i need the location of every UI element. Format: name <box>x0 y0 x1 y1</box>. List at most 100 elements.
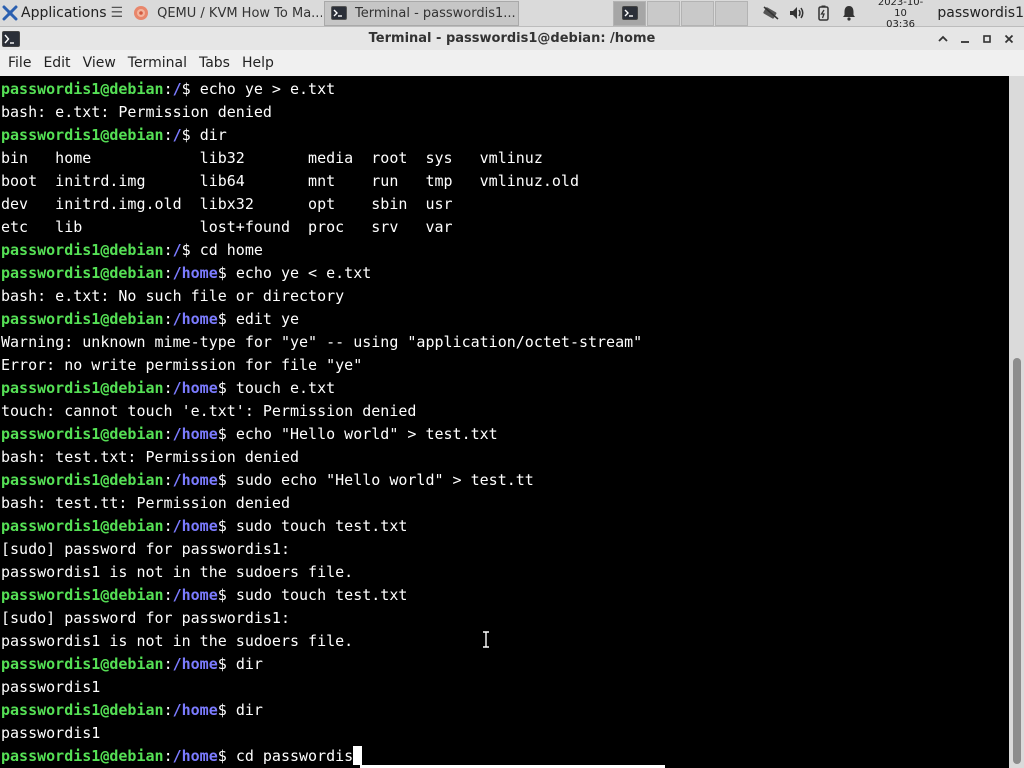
terminal-output-line: touch: cannot touch 'e.txt': Permission … <box>1 402 417 420</box>
terminal-output-line: [sudo] password for passwordis1: <box>1 540 290 558</box>
taskbar-item-label: QEMU / KVM How To Ma... <box>157 5 323 21</box>
prompt-path: /home <box>172 517 218 535</box>
prompt-dollar: $ <box>217 747 236 765</box>
prompt-user: passwordis1@debian <box>1 655 164 673</box>
prompt-command: touch e.txt <box>235 379 336 397</box>
maximize-icon <box>983 35 991 43</box>
terminal-prompt-line: passwordis1@debian:/home$ dir <box>0 699 1009 722</box>
taskbar-item-browser[interactable]: QEMU / KVM How To Ma... <box>127 1 322 26</box>
prompt-path: / <box>172 126 182 144</box>
prompt-command: dir <box>235 701 263 719</box>
prompt-separator: : <box>163 517 173 535</box>
network-icon[interactable] <box>762 4 780 22</box>
prompt-separator: : <box>163 747 173 765</box>
menu-view[interactable]: View <box>77 55 122 71</box>
terminal-prompt-line: passwordis1@debian:/$ dir <box>0 124 1009 147</box>
applications-label: Applications <box>21 5 107 21</box>
prompt-user: passwordis1@debian <box>1 747 164 765</box>
workspace-3[interactable] <box>681 0 714 26</box>
prompt-path: /home <box>172 747 218 765</box>
window-titlebar[interactable]: Terminal - passwordis1@debian: /home <box>0 27 1024 50</box>
prompt-user: passwordis1@debian <box>1 471 164 489</box>
prompt-command: sudo touch test.txt <box>235 586 408 604</box>
terminal-prompt-line: passwordis1@debian:/home$ echo ye < e.tx… <box>0 262 1009 285</box>
prompt-user: passwordis1@debian <box>1 701 164 719</box>
prompt-separator: : <box>163 471 173 489</box>
user-menu[interactable]: passwordis1 <box>937 5 1024 21</box>
terminal-prompt-line: passwordis1@debian:/$ echo ye > e.txt <box>0 78 1009 101</box>
prompt-dollar: $ <box>217 586 236 604</box>
prompt-command: cd home <box>199 241 263 259</box>
prompt-user: passwordis1@debian <box>1 80 164 98</box>
prompt-separator: : <box>163 586 173 604</box>
prompt-command: dir <box>235 655 263 673</box>
prompt-command: cd passwordis <box>235 747 354 765</box>
battery-icon[interactable] <box>814 4 832 22</box>
prompt-path: /home <box>172 264 218 282</box>
prompt-dollar: $ <box>181 80 200 98</box>
notification-bell-icon[interactable] <box>840 4 858 22</box>
terminal-prompt-line: passwordis1@debian:/home$ echo "Hello wo… <box>0 423 1009 446</box>
prompt-command: sudo touch test.txt <box>235 517 408 535</box>
prompt-command: echo ye > e.txt <box>199 80 336 98</box>
prompt-user: passwordis1@debian <box>1 586 164 604</box>
taskbar-item-label: Terminal - passwordis1... <box>355 5 516 21</box>
menu-file[interactable]: File <box>2 55 37 71</box>
prompt-command: edit ye <box>235 310 300 328</box>
clock-date: 2023-10-10 <box>877 0 924 19</box>
prompt-path: / <box>172 241 182 259</box>
prompt-user: passwordis1@debian <box>1 517 164 535</box>
minimize-button[interactable] <box>954 30 976 48</box>
prompt-user: passwordis1@debian <box>1 241 164 259</box>
menu-edit[interactable]: Edit <box>37 55 76 71</box>
terminal-output: passwordis1@debian:/$ echo ye > e.txt bas… <box>0 76 1009 768</box>
prompt-dollar: $ <box>217 517 236 535</box>
terminal-output-line: etc lib lost+found proc srv var <box>1 218 453 236</box>
terminal-prompt-line: passwordis1@debian:/home$ edit ye <box>0 308 1009 331</box>
volume-icon[interactable] <box>788 4 806 22</box>
prompt-separator: : <box>163 701 173 719</box>
workspace-4[interactable] <box>714 0 748 26</box>
prompt-path: /home <box>172 586 218 604</box>
applications-menu-button[interactable]: Applications <box>0 0 111 27</box>
terminal-prompt-line: passwordis1@debian:/home$ sudo touch tes… <box>0 515 1009 538</box>
xfce-mouse-icon <box>2 5 18 21</box>
prompt-separator: : <box>163 379 173 397</box>
maximize-button[interactable] <box>976 30 998 48</box>
prompt-separator: : <box>163 241 173 259</box>
workspace-2[interactable] <box>647 0 681 26</box>
top-panel: Applications ☰ QEMU / KVM How To Ma... T… <box>0 0 1024 30</box>
scrollbar-thumb[interactable] <box>1013 358 1021 764</box>
prompt-path: /home <box>172 701 218 719</box>
prompt-user: passwordis1@debian <box>1 264 164 282</box>
prompt-path: /home <box>172 425 218 443</box>
panel-clock[interactable]: 2023-10-10 03:36 <box>872 0 930 30</box>
terminal-prompt-line: passwordis1@debian:/home$ dir <box>0 653 1009 676</box>
close-button[interactable] <box>998 30 1020 48</box>
terminal-cursor <box>353 746 363 765</box>
prompt-path: / <box>172 80 182 98</box>
prompt-dollar: $ <box>217 310 236 328</box>
terminal-icon[interactable] <box>2 30 20 47</box>
browser-icon <box>134 6 149 20</box>
prompt-dollar: $ <box>217 655 236 673</box>
terminal-scrollbar[interactable] <box>1009 76 1024 768</box>
menu-terminal[interactable]: Terminal <box>122 55 193 71</box>
menu-help[interactable]: Help <box>236 55 280 71</box>
terminal-icon <box>621 6 638 20</box>
menu-tabs[interactable]: Tabs <box>193 55 236 71</box>
minimize-icon <box>961 41 969 43</box>
terminal-output-line: bash: test.txt: Permission denied <box>1 448 300 466</box>
terminal-icon <box>331 6 348 20</box>
terminal-prompt-line: passwordis1@debian:/home$ sudo touch tes… <box>0 584 1009 607</box>
terminal-output-line: passwordis1 <box>1 724 101 742</box>
taskbar-item-terminal[interactable]: Terminal - passwordis1... <box>324 0 519 26</box>
prompt-separator: : <box>163 126 173 144</box>
terminal-area[interactable]: passwordis1@debian:/$ echo ye > e.txt bas… <box>0 76 1009 768</box>
workspace-1[interactable] <box>613 0 647 26</box>
terminal-output-line: bin home lib32 media root sys vmlinuz <box>1 149 543 167</box>
terminal-output-line: boot initrd.img lib64 mnt run tmp vmlinu… <box>1 172 579 190</box>
prompt-command: echo ye < e.txt <box>235 264 372 282</box>
shade-button[interactable] <box>932 30 954 48</box>
prompt-user: passwordis1@debian <box>1 310 164 328</box>
